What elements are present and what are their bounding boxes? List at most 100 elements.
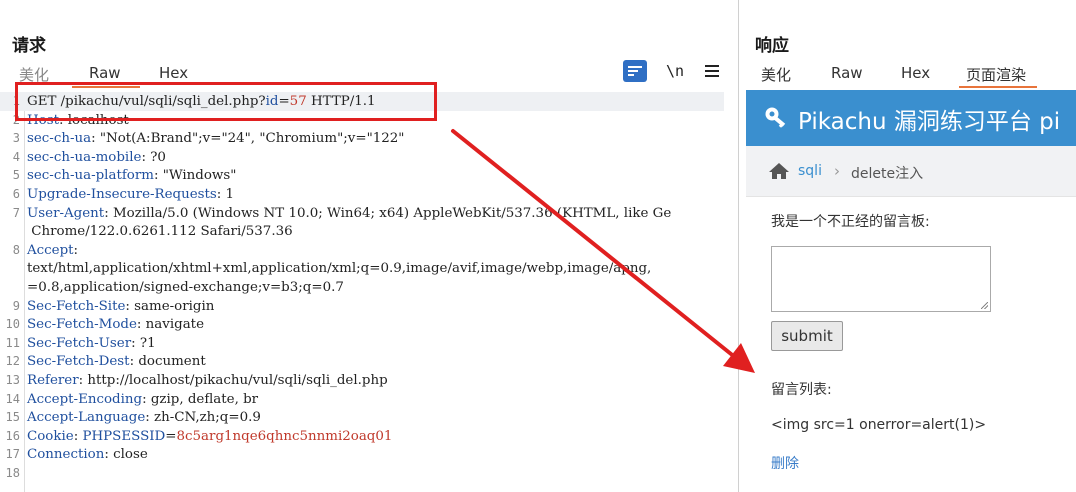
header-key: Cookie bbox=[27, 428, 74, 444]
header-key: Referer bbox=[27, 373, 79, 388]
home-icon[interactable] bbox=[768, 162, 790, 180]
message-item: <img src=1 onerror=alert(1)> bbox=[771, 417, 987, 433]
code-text: Upgrade-Insecure-Requests: 1 bbox=[27, 185, 234, 204]
code-token: : 1 bbox=[216, 187, 235, 202]
header-key: User-Agent bbox=[27, 205, 105, 221]
code-line[interactable]: =0.8,application/signed-exchange;v=b3;q=… bbox=[0, 278, 724, 297]
breadcrumb: sqli › delete注入 bbox=[746, 146, 1076, 197]
code-text: Accept-Encoding: gzip, deflate, br bbox=[27, 390, 258, 409]
code-token: =0.8,application/signed-exchange;v=b3;q=… bbox=[27, 280, 344, 295]
code-text: Sec-Fetch-Site: same-origin bbox=[27, 297, 214, 316]
request-pane: 请求 美化 Raw Hex \n 1 GET /pikachu/vul/sqli/… bbox=[0, 0, 738, 492]
code-token: : Mozilla/5.0 (Windows NT 10.0; Win64; x… bbox=[104, 205, 672, 221]
header-key: sec-ch-ua-platform bbox=[27, 168, 154, 184]
active-tab-indicator bbox=[959, 86, 1037, 88]
tab-hex[interactable]: Hex bbox=[159, 64, 188, 82]
code-line[interactable]: 10 Sec-Fetch-Mode: navigate bbox=[0, 315, 724, 334]
tab-hex[interactable]: Hex bbox=[901, 64, 930, 82]
code-token: = bbox=[165, 428, 177, 444]
code-token: : zh-CN,zh;q=0.9 bbox=[145, 410, 261, 426]
code-token: : document bbox=[129, 354, 206, 370]
key-icon bbox=[765, 107, 786, 128]
code-line[interactable]: 17 Connection: close bbox=[0, 445, 724, 464]
code-token: : close bbox=[104, 447, 148, 463]
header-key: PHPSESSID bbox=[82, 428, 166, 444]
code-line[interactable]: 13 Referer: http://localhost/pikachu/vul/… bbox=[0, 371, 724, 390]
code-line[interactable]: 14 Accept-Encoding: gzip, deflate, br bbox=[0, 390, 724, 409]
line-number: 10 bbox=[5, 317, 20, 332]
code-line[interactable]: 4 sec-ch-ua-mobile: ?0 bbox=[0, 148, 724, 167]
code-text: Sec-Fetch-Mode: navigate bbox=[27, 315, 204, 334]
code-token: : bbox=[73, 242, 79, 258]
site-header: Pikachu 漏洞练习平台 pi bbox=[746, 90, 1076, 146]
header-key: Sec-Fetch-User bbox=[27, 335, 132, 351]
tab-raw[interactable]: Raw bbox=[89, 64, 121, 82]
code-text: Cookie: PHPSESSID=8c5arg1nqe6qhnc5nnmi2o… bbox=[27, 427, 392, 446]
line-number: 13 bbox=[5, 373, 20, 387]
breadcrumb-current: delete注入 bbox=[851, 166, 924, 182]
param-value: 8c5arg1nqe6qhnc5nnmi2oaq01 bbox=[176, 428, 393, 444]
code-line[interactable]: 16 Cookie: PHPSESSID=8c5arg1nqe6qhnc5nnmi… bbox=[0, 427, 724, 446]
code-text: Accept: bbox=[27, 241, 78, 260]
chevron-right-icon: › bbox=[834, 162, 840, 180]
line-number: 7 bbox=[12, 205, 20, 220]
code-line[interactable]: Chrome/122.0.6261.112 Safari/537.36 bbox=[0, 222, 724, 241]
header-key: Connection bbox=[27, 447, 105, 463]
code-token: : gzip, deflate, br bbox=[142, 391, 259, 407]
show-newlines-icon[interactable]: \n bbox=[663, 60, 687, 82]
response-title: 响应 bbox=[755, 36, 789, 56]
code-line[interactable]: 5 sec-ch-ua-platform: "Windows" bbox=[0, 166, 724, 185]
line-number: 14 bbox=[5, 391, 20, 406]
code-line[interactable]: 12 Sec-Fetch-Dest: document bbox=[0, 352, 724, 371]
tab-raw[interactable]: Raw bbox=[831, 64, 863, 82]
tab-render[interactable]: 页面渲染 bbox=[966, 64, 1026, 85]
submit-button[interactable]: submit bbox=[771, 321, 843, 351]
header-key: sec-ch-ua-mobile bbox=[27, 149, 142, 165]
line-number: 3 bbox=[12, 131, 20, 146]
code-line[interactable]: 6 Upgrade-Insecure-Requests: 1 bbox=[0, 185, 724, 204]
delete-link[interactable]: 删除 bbox=[771, 453, 799, 473]
code-text: sec-ch-ua-platform: "Windows" bbox=[27, 166, 236, 185]
code-line[interactable]: 11 Sec-Fetch-User: ?1 bbox=[0, 334, 724, 353]
code-line[interactable]: 8 Accept: bbox=[0, 241, 724, 260]
header-key: Sec-Fetch-Mode bbox=[27, 317, 137, 333]
code-token: : navigate bbox=[136, 317, 204, 333]
code-line[interactable]: text/html,application/xhtml+xml,applicat… bbox=[0, 259, 724, 278]
breadcrumb-link-sqli[interactable]: sqli bbox=[798, 163, 822, 179]
header-key: Accept bbox=[27, 242, 74, 258]
code-text: User-Agent: Mozilla/5.0 (Windows NT 10.0… bbox=[27, 204, 671, 223]
line-number: 16 bbox=[5, 428, 20, 443]
header-key: Upgrade-Insecure-Requests bbox=[27, 187, 217, 202]
code-line[interactable]: 9 Sec-Fetch-Site: same-origin bbox=[0, 297, 724, 316]
code-line[interactable]: 18 bbox=[0, 464, 724, 483]
resize-grip-icon[interactable] bbox=[981, 302, 988, 309]
request-title: 请求 bbox=[12, 36, 46, 56]
tab-pretty[interactable]: 美化 bbox=[761, 64, 791, 85]
request-editor[interactable]: 1 GET /pikachu/vul/sqli/sqli_del.php?id=5… bbox=[0, 92, 724, 492]
code-text: Accept-Language: zh-CN,zh;q=0.9 bbox=[27, 408, 261, 427]
line-number: 18 bbox=[5, 466, 20, 480]
message-textarea[interactable] bbox=[771, 246, 991, 312]
header-key: Sec-Fetch-Site bbox=[27, 298, 126, 314]
line-number: 12 bbox=[5, 354, 20, 369]
code-text: sec-ch-ua: "Not(A:Brand";v="24", "Chromi… bbox=[27, 129, 404, 148]
code-line[interactable]: 3 sec-ch-ua: "Not(A:Brand";v="24", "Chrom… bbox=[0, 129, 724, 148]
code-token: : "Not(A:Brand";v="24", "Chromium";v="12… bbox=[91, 131, 405, 147]
line-number: 6 bbox=[12, 187, 20, 201]
code-line[interactable]: 7 User-Agent: Mozilla/5.0 (Windows NT 10.… bbox=[0, 204, 724, 223]
code-token: Chrome/122.0.6261.112 Safari/537.36 bbox=[27, 224, 293, 240]
code-token: : same-origin bbox=[125, 298, 215, 314]
response-pane: 响应 美化 Raw Hex 页面渲染 Pikachu 漏洞练习平台 pi sql… bbox=[739, 0, 1076, 492]
code-text: =0.8,application/signed-exchange;v=b3;q=… bbox=[27, 278, 344, 297]
wrap-lines-icon[interactable] bbox=[623, 60, 647, 82]
line-number: 15 bbox=[5, 410, 20, 425]
menu-icon[interactable] bbox=[700, 60, 724, 82]
code-line[interactable]: 15 Accept-Language: zh-CN,zh;q=0.9 bbox=[0, 408, 724, 427]
code-token: : http://localhost/pikachu/vul/sqli/sqli… bbox=[78, 373, 388, 388]
header-key: Sec-Fetch-Dest bbox=[27, 354, 130, 370]
code-token: : ?0 bbox=[141, 149, 166, 165]
site-title: Pikachu 漏洞练习平台 pi bbox=[798, 109, 1061, 135]
header-key: Accept-Language bbox=[27, 410, 146, 426]
code-text: Connection: close bbox=[27, 445, 148, 464]
rendered-page: Pikachu 漏洞练习平台 pi sqli › delete注入 我是一个不正… bbox=[746, 90, 1076, 492]
